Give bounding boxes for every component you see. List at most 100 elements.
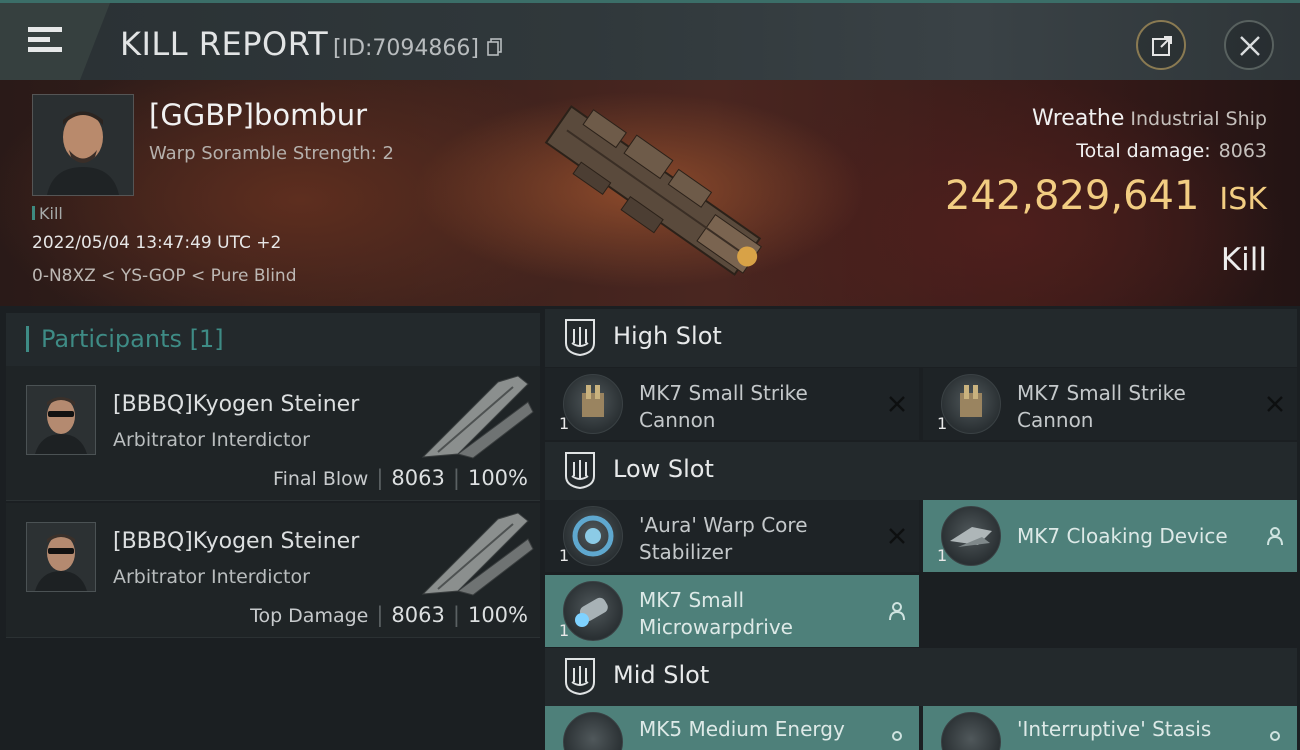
kill-tag: Kill bbox=[32, 204, 63, 223]
module-quantity: 1 bbox=[559, 546, 570, 565]
participant-avatar[interactable] bbox=[26, 522, 96, 592]
warp-core-stabilizer-icon bbox=[563, 506, 623, 566]
share-button[interactable] bbox=[1136, 20, 1186, 70]
header-bar: KILL REPORT [ID:7094866] bbox=[0, 0, 1300, 80]
hamburger-icon-bar bbox=[28, 37, 50, 42]
x-icon bbox=[1267, 396, 1283, 412]
high-slot-title: High Slot bbox=[613, 322, 722, 350]
module-item[interactable]: 1 MK7 Small Microwarpdrive bbox=[545, 575, 919, 647]
cannon-icon bbox=[563, 374, 623, 434]
participant-name[interactable]: [BBBQ]Kyogen Steiner bbox=[113, 529, 359, 554]
participant-role: Final Blow bbox=[273, 468, 369, 490]
slot-icon bbox=[565, 452, 595, 490]
module-item[interactable]: 1 MK7 Small Strike Cannon bbox=[923, 368, 1297, 440]
module-item[interactable]: MK5 Medium Energy bbox=[545, 706, 919, 750]
close-button[interactable] bbox=[1224, 20, 1274, 70]
participant-role: Top Damage bbox=[250, 605, 369, 627]
module-item[interactable]: 1 'Aura' Warp Core Stabilizer bbox=[545, 500, 919, 572]
isk-unit: ISK bbox=[1219, 182, 1267, 217]
victim-ship-info: Wreathe Industrial Ship bbox=[1032, 106, 1267, 131]
slot-icon bbox=[565, 319, 595, 357]
report-id: [ID:7094866] bbox=[333, 36, 479, 61]
person-icon bbox=[892, 731, 902, 741]
kill-result: Kill bbox=[1220, 242, 1267, 278]
participant-percent: 100% bbox=[467, 466, 528, 490]
kill-tag-label: Kill bbox=[39, 204, 63, 223]
participant-ship: Arbitrator Interdictor bbox=[113, 566, 310, 588]
module-item[interactable]: 'Interruptive' Stasis bbox=[923, 706, 1297, 750]
participant-row[interactable]: [BBBQ]Kyogen Steiner Arbitrator Interdic… bbox=[6, 503, 540, 638]
total-damage: Total damage: 8063 bbox=[1076, 140, 1267, 162]
victim-portrait[interactable] bbox=[32, 94, 134, 196]
module-name: MK5 Medium Energy bbox=[639, 717, 845, 741]
cloaking-device-icon bbox=[941, 506, 1001, 566]
cannon-icon-graphic bbox=[960, 385, 982, 417]
participant-stats: Top Damage | 8063 | 100% bbox=[250, 603, 528, 627]
participant-row[interactable]: [BBBQ]Kyogen Steiner Arbitrator Interdic… bbox=[6, 366, 540, 501]
total-damage-value: 8063 bbox=[1218, 140, 1267, 162]
mid-slot-title: Mid Slot bbox=[613, 661, 710, 689]
participants-panel: Participants [1] [BBBQ]Kyogen Steiner Ar… bbox=[6, 313, 540, 750]
module-name: 'Interruptive' Stasis bbox=[1017, 717, 1212, 741]
warp-core-icon-graphic bbox=[572, 515, 614, 557]
close-icon bbox=[1240, 36, 1260, 56]
victim-ship-class: Industrial Ship bbox=[1130, 108, 1267, 130]
participant-damage: 8063 bbox=[391, 603, 445, 627]
participant-ship-image[interactable] bbox=[418, 509, 538, 599]
cannon-icon bbox=[941, 374, 1001, 434]
victim-banner: [GGBP]bombur Warp Soramble Strength: 2 K… bbox=[0, 80, 1300, 306]
module-name: MK7 Small Microwarpdrive bbox=[639, 588, 793, 639]
hamburger-icon-bar bbox=[28, 47, 62, 52]
person-icon bbox=[1270, 731, 1280, 741]
person-icon bbox=[1267, 527, 1283, 546]
victim-avatar bbox=[33, 95, 133, 195]
page-title: KILL REPORT bbox=[120, 25, 329, 63]
participant-portrait-image bbox=[27, 386, 95, 454]
copy-icon[interactable] bbox=[487, 38, 503, 56]
participant-ship-image[interactable] bbox=[418, 372, 538, 462]
module-item[interactable]: 1 MK7 Small Strike Cannon bbox=[545, 368, 919, 440]
participants-header: Participants [1] bbox=[6, 313, 540, 366]
isk-value: 242,829,641 ISK bbox=[945, 173, 1267, 219]
person-icon bbox=[889, 602, 905, 621]
warp-scramble-strength: Warp Soramble Strength: 2 bbox=[149, 143, 394, 164]
module-quantity: 1 bbox=[937, 546, 948, 565]
cannon-icon-graphic bbox=[582, 385, 604, 417]
participant-damage: 8063 bbox=[391, 466, 445, 490]
stat-separator: | bbox=[376, 603, 384, 627]
low-slot-title: Low Slot bbox=[613, 455, 714, 483]
menu-button[interactable] bbox=[0, 3, 110, 80]
module-name: 'Aura' Warp Core Stabilizer bbox=[639, 513, 808, 564]
module-name: MK7 Small Strike Cannon bbox=[1017, 381, 1186, 432]
low-slot-header: Low Slot bbox=[545, 442, 1297, 500]
isk-amount: 242,829,641 bbox=[944, 173, 1200, 219]
stasis-webifier-icon bbox=[941, 712, 1001, 750]
participant-name[interactable]: [BBBQ]Kyogen Steiner bbox=[113, 392, 359, 417]
total-damage-label: Total damage: bbox=[1076, 140, 1211, 162]
kill-tag-marker bbox=[32, 206, 35, 220]
module-name: MK7 Cloaking Device bbox=[1017, 524, 1228, 548]
hamburger-icon bbox=[28, 27, 62, 32]
victim-ship-name[interactable]: Wreathe bbox=[1032, 106, 1124, 131]
x-icon bbox=[889, 528, 905, 544]
stat-separator: | bbox=[452, 603, 460, 627]
microwarpdrive-icon bbox=[563, 581, 623, 641]
cloak-icon-graphic bbox=[950, 527, 992, 547]
participant-avatar[interactable] bbox=[26, 385, 96, 455]
mid-slot-header: Mid Slot bbox=[545, 648, 1297, 706]
victim-name[interactable]: [GGBP]bombur bbox=[149, 98, 367, 132]
participants-title: Participants [1] bbox=[41, 325, 224, 353]
participant-ship: Arbitrator Interdictor bbox=[113, 429, 310, 451]
energy-module-icon bbox=[563, 712, 623, 750]
module-quantity: 1 bbox=[559, 621, 570, 640]
stat-separator: | bbox=[376, 466, 384, 490]
stat-separator: | bbox=[452, 466, 460, 490]
victim-ship-image[interactable] bbox=[520, 86, 790, 301]
participant-percent: 100% bbox=[467, 603, 528, 627]
x-icon bbox=[889, 396, 905, 412]
module-item[interactable]: 1 MK7 Cloaking Device bbox=[923, 500, 1297, 572]
kill-location[interactable]: 0-N8XZ < YS-GOP < Pure Blind bbox=[32, 266, 297, 286]
mwd-icon-graphic bbox=[575, 597, 608, 627]
kill-datetime: 2022/05/04 13:47:49 UTC +2 bbox=[32, 233, 282, 253]
module-quantity: 1 bbox=[937, 414, 948, 433]
